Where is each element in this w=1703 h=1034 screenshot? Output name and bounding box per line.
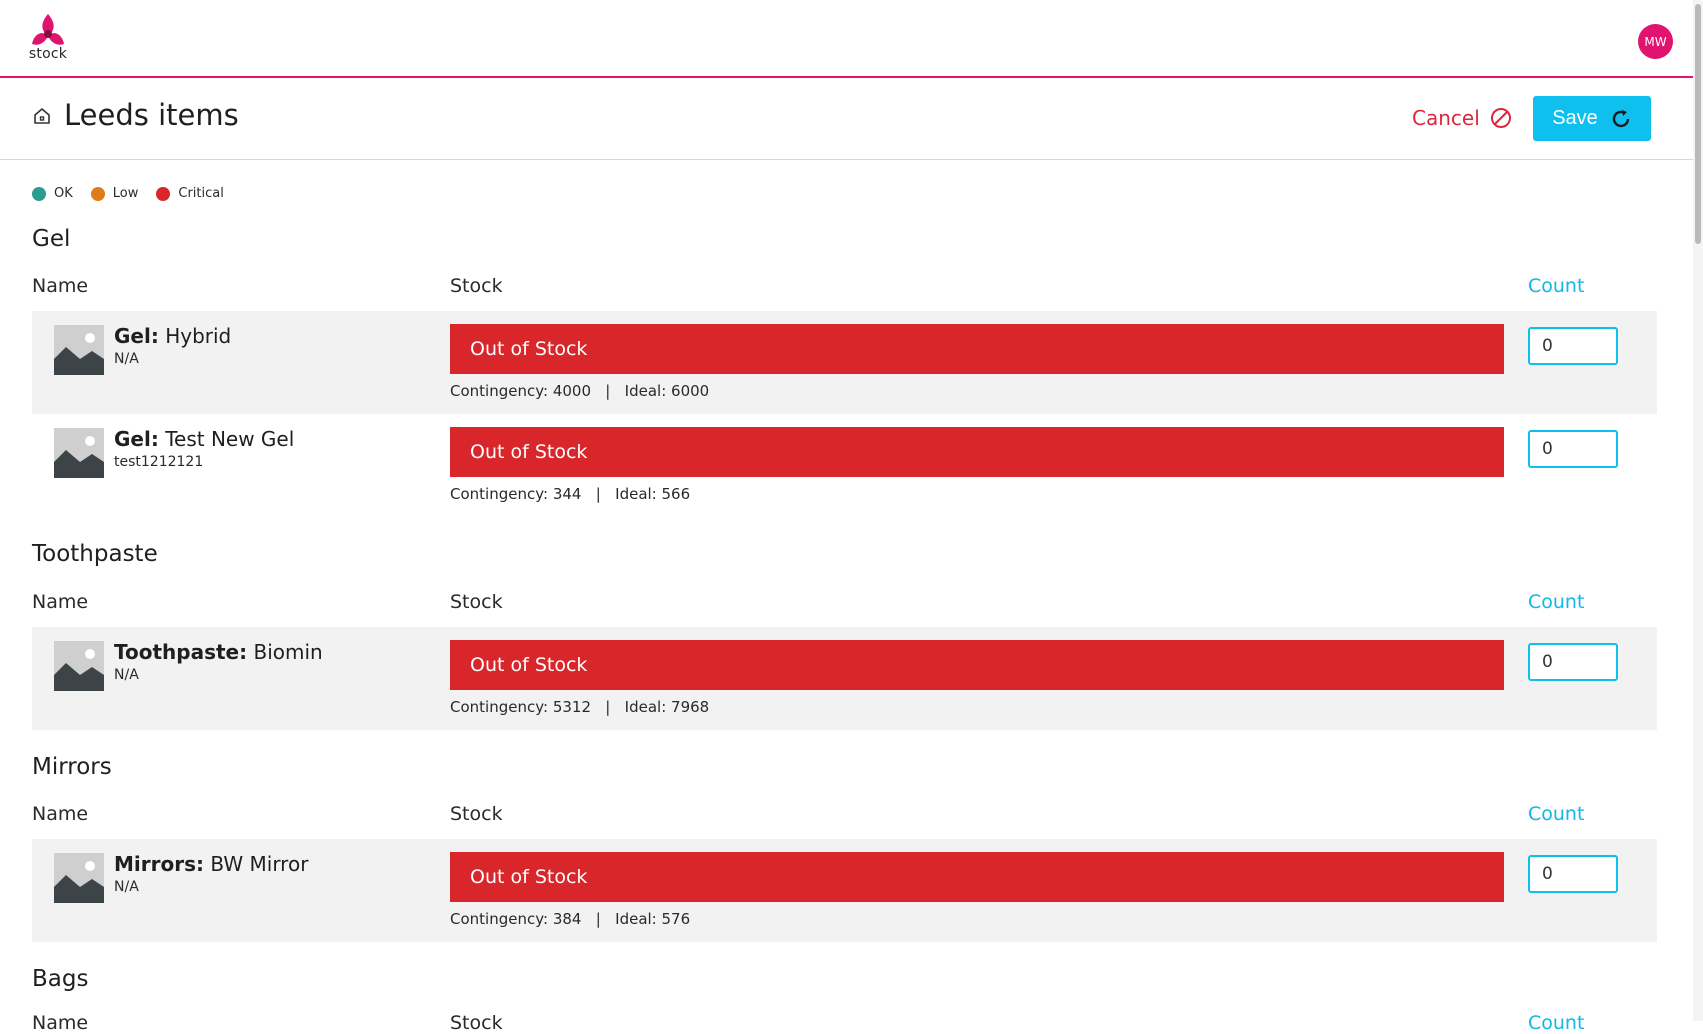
- item-name: Gel: Hybrid: [114, 324, 232, 348]
- page-scrollbar[interactable]: [1693, 0, 1703, 1021]
- item-subtitle: N/A: [114, 351, 139, 367]
- item-name: Toothpaste: Biomin: [114, 640, 323, 664]
- column-header-count[interactable]: Count: [1528, 275, 1584, 297]
- count-input[interactable]: [1528, 327, 1618, 365]
- image-placeholder-icon: [54, 641, 104, 691]
- stock-meta: Contingency: 4000 | Ideal: 6000: [450, 382, 710, 400]
- column-header-count[interactable]: Count: [1528, 803, 1584, 825]
- scrollbar-thumb[interactable]: [1695, 4, 1701, 244]
- table-row: Mirrors: BW Mirror N/A Out of Stock Cont…: [32, 839, 1657, 942]
- column-header-name: Name: [32, 591, 89, 613]
- table-row: Gel: Test New Gel test1212121 Out of Sto…: [32, 414, 1657, 517]
- item-subtitle: test1212121: [114, 454, 204, 470]
- image-placeholder-icon: [54, 428, 104, 478]
- legend-critical: Critical: [156, 186, 224, 201]
- legend-ok: OK: [32, 186, 73, 201]
- critical-dot-icon: [156, 186, 171, 201]
- column-header-name: Name: [32, 1012, 89, 1034]
- stock-status-bar: Out of Stock: [450, 427, 1504, 477]
- item-name: Gel: Test New Gel: [114, 427, 295, 451]
- item-subtitle: N/A: [114, 667, 139, 683]
- count-input[interactable]: [1528, 855, 1618, 893]
- item-subtitle: N/A: [114, 879, 139, 895]
- legend-label: Low: [112, 186, 139, 201]
- column-header-stock: Stock: [450, 803, 503, 825]
- legend-low: Low: [90, 186, 139, 201]
- column-header-count[interactable]: Count: [1528, 1012, 1584, 1034]
- user-avatar[interactable]: MW: [1638, 24, 1673, 59]
- save-label: Save: [1552, 107, 1598, 129]
- logo-flower-icon: [32, 14, 64, 45]
- column-header-name: Name: [32, 803, 89, 825]
- stock-status-bar: Out of Stock: [450, 852, 1504, 902]
- stock-meta: Contingency: 5312 | Ideal: 7968: [450, 698, 710, 716]
- column-header-name: Name: [32, 275, 89, 297]
- app-logo[interactable]: stock: [26, 12, 70, 68]
- legend-label: OK: [54, 186, 73, 201]
- page-header: Leeds items Cancel Save: [0, 78, 1693, 160]
- status-legend: OK Low Critical: [32, 186, 242, 201]
- ok-dot-icon: [32, 186, 46, 201]
- count-input[interactable]: [1528, 430, 1618, 468]
- section-title: Gel: [32, 226, 71, 252]
- count-input[interactable]: [1528, 643, 1618, 681]
- column-header-stock: Stock: [450, 591, 503, 613]
- image-placeholder-icon: [54, 325, 104, 375]
- stock-meta: Contingency: 384 | Ideal: 576: [450, 910, 691, 928]
- refresh-icon: [1612, 109, 1629, 127]
- table-row: Toothpaste: Biomin N/A Out of Stock Cont…: [32, 627, 1657, 730]
- column-header-count[interactable]: Count: [1528, 591, 1584, 613]
- stock-status-bar: Out of Stock: [450, 324, 1504, 374]
- home-icon[interactable]: [32, 106, 52, 126]
- page-title: Leeds items: [64, 98, 239, 132]
- section-title: Toothpaste: [32, 541, 158, 567]
- section-title: Mirrors: [32, 754, 112, 780]
- save-button[interactable]: Save: [1533, 96, 1651, 141]
- top-bar: stock MW: [0, 0, 1693, 78]
- cancel-button[interactable]: Cancel: [1412, 100, 1512, 136]
- cancel-icon: [1490, 108, 1511, 128]
- low-dot-icon: [90, 186, 105, 201]
- stock-meta: Contingency: 344 | Ideal: 566: [450, 485, 691, 503]
- stock-status-bar: Out of Stock: [450, 640, 1504, 690]
- logo-text: stock: [28, 46, 68, 62]
- image-placeholder-icon: [54, 853, 104, 903]
- cancel-label: Cancel: [1412, 106, 1480, 130]
- column-header-stock: Stock: [450, 275, 503, 297]
- table-row: Gel: Hybrid N/A Out of Stock Contingency…: [32, 311, 1657, 414]
- section-title: Bags: [32, 966, 89, 992]
- item-name: Mirrors: BW Mirror: [114, 852, 309, 876]
- legend-label: Critical: [178, 186, 224, 201]
- column-header-stock: Stock: [450, 1012, 503, 1034]
